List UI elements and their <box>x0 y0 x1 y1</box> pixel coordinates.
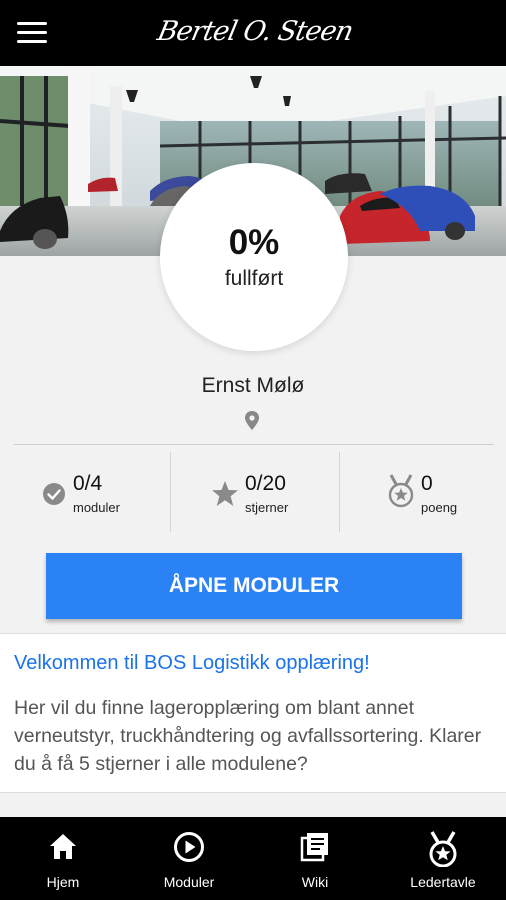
progress-label: fullført <box>224 267 284 290</box>
medal-icon <box>388 474 414 508</box>
welcome-card: Velkommen til BOS Logistikk opplæring! H… <box>0 633 506 793</box>
nav-item-home[interactable]: Hjem <box>0 817 126 900</box>
nav-label-modules: Moduler <box>163 874 215 890</box>
bottom-navigation: Hjem Moduler Wiki Ledertavle <box>0 817 506 900</box>
check-circle-icon <box>43 483 65 505</box>
stat-modules-label: moduler <box>73 500 120 515</box>
stat-points: 0 poeng <box>340 450 506 534</box>
logo-signature: Bertel O. Steen <box>154 16 356 47</box>
book-icon <box>300 833 328 862</box>
stats-row: 0/4 moduler 0/20 stjerner 0 poeng <box>0 450 506 534</box>
location-pin-icon <box>244 410 260 432</box>
nav-label-wiki: Wiki <box>301 874 329 890</box>
open-modules-button[interactable]: ÅPNE MODULER <box>46 553 462 619</box>
stat-stars-value: 0/20 <box>245 472 286 495</box>
welcome-text: Her vil du finne lageropplæring om blant… <box>14 697 482 775</box>
top-app-bar: Bertel O. Steen <box>0 0 506 66</box>
progress-percent: 0% <box>228 223 280 262</box>
nav-item-leaderboard[interactable]: Ledertavle <box>380 817 506 900</box>
nav-item-modules[interactable]: Moduler <box>126 817 252 900</box>
logo: Bertel O. Steen <box>145 8 365 58</box>
user-name: Ernst Mølø <box>201 374 305 397</box>
welcome-title[interactable]: Velkommen til BOS Logistikk opplæring! <box>14 652 370 675</box>
progress-circle: 0% fullført <box>160 163 348 351</box>
star-icon <box>212 481 238 506</box>
stat-modules: 0/4 moduler <box>0 450 170 534</box>
hamburger-menu-icon[interactable] <box>17 22 47 44</box>
nav-label-leaderboard: Ledertavle <box>410 874 476 890</box>
play-circle-icon <box>174 832 204 862</box>
nav-item-wiki[interactable]: Wiki <box>252 817 378 900</box>
stat-stars-label: stjerner <box>245 500 289 515</box>
medal-icon <box>429 831 457 867</box>
stat-points-label: poeng <box>421 500 458 515</box>
home-icon <box>50 834 76 859</box>
stat-stars: 0/20 stjerner <box>171 450 339 534</box>
nav-label-home: Hjem <box>46 874 80 890</box>
stat-modules-value: 0/4 <box>73 472 103 495</box>
divider <box>14 444 494 445</box>
stat-points-value: 0 <box>421 472 433 495</box>
